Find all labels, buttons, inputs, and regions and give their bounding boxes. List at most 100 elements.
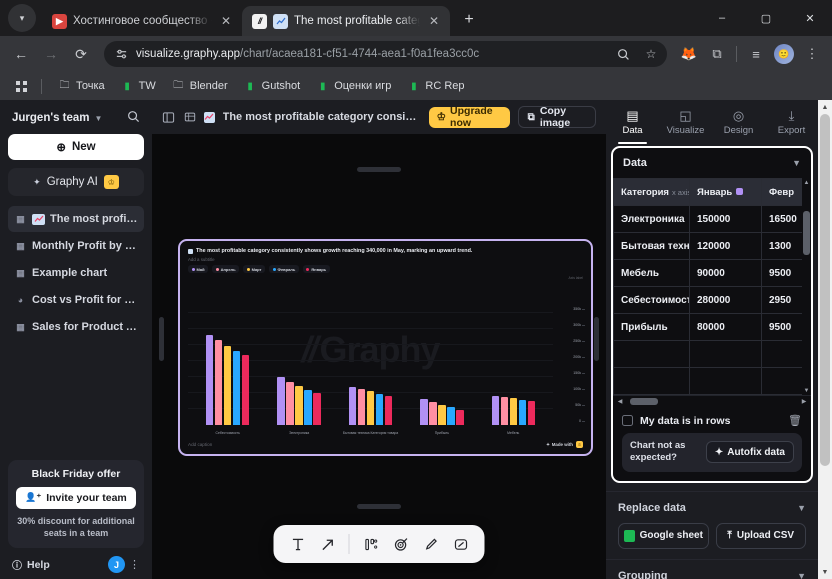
chart-card[interactable]: The most profitable category consistentl…: [178, 239, 593, 456]
chevron-down-icon[interactable]: ▼: [797, 503, 806, 513]
grid-icon[interactable]: [183, 109, 196, 125]
bar[interactable]: [527, 401, 535, 425]
bar-group[interactable]: Мебель: [491, 396, 535, 435]
bar[interactable]: [277, 377, 285, 425]
bar[interactable]: [375, 393, 384, 425]
cell[interactable]: [613, 367, 690, 395]
table-vertical-scrollbar[interactable]: ▲ ▼: [802, 178, 811, 395]
bar[interactable]: [447, 407, 455, 425]
upload-csv-button[interactable]: ⤒ Upload CSV: [715, 522, 806, 549]
close-icon[interactable]: ✕: [218, 13, 234, 29]
resize-handle-left[interactable]: [159, 317, 164, 361]
line-shape-tool-icon[interactable]: [447, 530, 475, 558]
bookmark-tochka[interactable]: 🗀 Точка: [51, 77, 112, 96]
scroll-thumb[interactable]: [820, 114, 830, 466]
browser-tab-1[interactable]: ▶ Хостинговое сообщество «Tim ✕: [42, 6, 242, 36]
data-section-header[interactable]: Data ▼: [613, 148, 811, 178]
back-button[interactable]: ←: [8, 41, 34, 67]
bar[interactable]: [456, 409, 464, 425]
cell[interactable]: [613, 340, 690, 368]
team-switcher[interactable]: Jurgen's team ▼: [12, 112, 102, 124]
cell[interactable]: Электроника: [613, 205, 690, 233]
bar[interactable]: [438, 404, 446, 425]
scroll-track[interactable]: [803, 187, 810, 386]
bar[interactable]: [348, 386, 357, 425]
page-title[interactable]: The most profitable category consistentl…: [223, 111, 421, 123]
scroll-thumb[interactable]: [630, 398, 659, 405]
cell[interactable]: 80000: [689, 313, 762, 341]
sidebar-item-cost-vs-profit[interactable]: ◕ Cost vs Profit for Each ...: [8, 287, 144, 313]
forward-button[interactable]: →: [38, 41, 64, 67]
graphy-ai-button[interactable]: ✦ Graphy AI ♔: [8, 168, 144, 196]
upgrade-now-button[interactable]: ♔ Upgrade now: [428, 105, 510, 129]
cell[interactable]: 90000: [689, 259, 762, 287]
trash-icon[interactable]: 🗑: [788, 414, 802, 427]
chart-canvas[interactable]: The most profitable category consistentl…: [152, 134, 606, 579]
resize-handle-bottom[interactable]: [357, 504, 401, 509]
reading-list-icon[interactable]: ≡: [744, 42, 768, 66]
avatar[interactable]: J: [108, 556, 125, 573]
scroll-track[interactable]: [818, 114, 832, 565]
arrow-tool-icon[interactable]: [314, 530, 342, 558]
bar-group[interactable]: Электроника: [277, 377, 321, 435]
bar[interactable]: [232, 350, 241, 425]
help-button[interactable]: ⓘ Help: [12, 557, 50, 573]
tab-design[interactable]: ◎ Design: [712, 100, 765, 144]
scroll-right-icon[interactable]: ▶: [799, 398, 809, 405]
apps-grid-icon[interactable]: [10, 75, 32, 97]
scroll-thumb[interactable]: [803, 210, 810, 255]
scroll-down-icon[interactable]: ▼: [818, 565, 832, 579]
chart-subtitle[interactable]: Add a subtitle: [188, 257, 583, 262]
star-icon[interactable]: ☆: [641, 44, 661, 64]
bar-group[interactable]: Прибыль: [420, 399, 464, 435]
cell[interactable]: Себестоимост: [613, 286, 690, 314]
bookmark-ocenki-igr[interactable]: ▮ Оценки игр: [309, 77, 398, 96]
bar[interactable]: [366, 391, 375, 425]
kebab-icon[interactable]: ⋮: [129, 558, 140, 571]
tab-data[interactable]: ▤ Data: [606, 100, 659, 144]
bar-group[interactable]: Себестоимость: [205, 335, 250, 435]
address-bar[interactable]: visualize.graphy.app/chart/acaea181-cf51…: [104, 41, 667, 67]
bar[interactable]: [286, 381, 294, 425]
maximize-button[interactable]: ▢: [744, 0, 788, 36]
extensions-icon[interactable]: ⧉: [705, 42, 729, 66]
add-caption[interactable]: Add caption: [188, 442, 212, 447]
site-settings-icon[interactable]: [114, 47, 128, 61]
legend-item[interactable]: Январь: [302, 265, 330, 274]
tab-search-button[interactable]: ▾: [8, 4, 36, 32]
bar-group[interactable]: Бытовая техника Категория товара: [343, 386, 398, 435]
scroll-left-icon[interactable]: ◀: [615, 398, 625, 405]
bar[interactable]: [313, 393, 321, 425]
close-icon[interactable]: ✕: [426, 13, 442, 29]
browser-tab-2[interactable]: // The most profitable categor ✕: [242, 6, 450, 36]
resize-handle-top[interactable]: [357, 167, 401, 172]
sidebar-item-example-chart[interactable]: ▦ Example chart: [8, 260, 144, 286]
legend-item[interactable]: Май: [188, 265, 209, 274]
sidebar-item-sales-product-a[interactable]: ▦ Sales for Product A hav...: [8, 314, 144, 340]
legend-item[interactable]: Февраль: [269, 265, 299, 274]
new-tab-button[interactable]: +: [456, 7, 482, 33]
cell[interactable]: Бытовая техни: [613, 232, 690, 260]
close-window-button[interactable]: ✕: [788, 0, 832, 36]
scroll-down-icon[interactable]: ▼: [804, 386, 810, 395]
cell[interactable]: [689, 367, 762, 395]
cell[interactable]: [689, 340, 762, 368]
scroll-track[interactable]: [625, 398, 799, 405]
bar[interactable]: [357, 389, 366, 425]
scroll-up-icon[interactable]: ▲: [818, 100, 832, 114]
bar[interactable]: [214, 340, 223, 425]
google-sheet-button[interactable]: Google sheet: [618, 522, 709, 549]
fox-icon[interactable]: 🦊: [677, 42, 701, 66]
cell[interactable]: 150000: [689, 205, 762, 233]
bar[interactable]: [420, 399, 428, 425]
table-horizontal-scrollbar[interactable]: ◀ ▶: [613, 395, 811, 407]
bar[interactable]: [205, 335, 214, 425]
column-header-january[interactable]: Январь: [689, 178, 762, 206]
invite-team-button[interactable]: 👤⁺ Invite your team: [16, 486, 136, 509]
page-scrollbar[interactable]: ▲ ▼: [818, 100, 832, 579]
bookmark-rc-rep[interactable]: ▮ RC Rep: [400, 77, 471, 96]
panel-collapse-icon[interactable]: [162, 109, 175, 125]
target-tool-icon[interactable]: [387, 530, 415, 558]
bar[interactable]: [304, 389, 312, 425]
bar[interactable]: [384, 395, 393, 425]
